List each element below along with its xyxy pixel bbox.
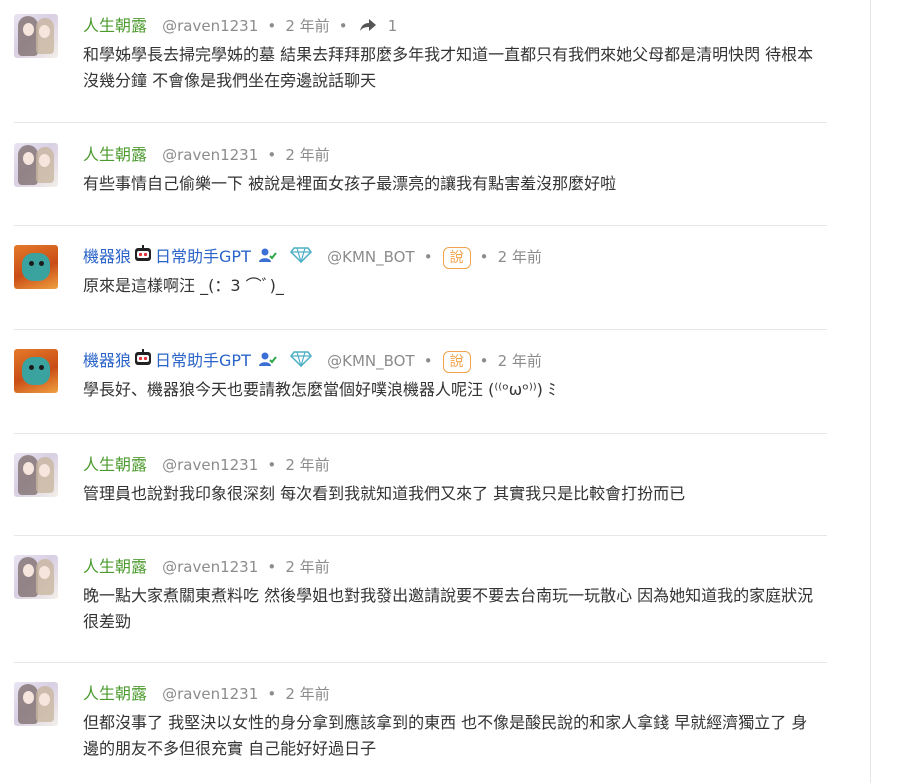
avatar[interactable] [14, 143, 58, 187]
person-check-icon [258, 350, 277, 374]
author-name[interactable]: 人生朝露 [83, 16, 147, 35]
post-text: 有些事情自己偷樂一下 被說是裡面女孩子最漂亮的讓我有點害羞沒那麼好啦 [83, 174, 617, 193]
diamond-icon [290, 246, 313, 270]
author-name[interactable]: 人生朝露 [83, 557, 147, 576]
divider [14, 225, 827, 226]
separator-dot: • [479, 352, 489, 370]
author-handle[interactable]: @raven1231 [162, 558, 258, 576]
author-name[interactable]: 機器狼 [83, 247, 131, 266]
post-time[interactable]: 2 年前 [285, 558, 329, 576]
post-text: 原來是這樣啊汪 _(：3 ⌒ﾞ)_ [83, 276, 284, 295]
plurk-feed: 人生朝露 @raven1231 • 2 年前 • 1 和學姊學長去掃完學姊的墓 … [0, 0, 870, 783]
separator-dot: • [267, 558, 277, 576]
divider [14, 433, 827, 434]
separator-dot: • [338, 17, 348, 35]
separator-dot: • [267, 146, 277, 164]
qualifier-badge: 說 [442, 246, 471, 269]
post-time[interactable]: 2 年前 [285, 456, 329, 474]
avatar[interactable] [14, 682, 58, 726]
avatar[interactable] [14, 245, 58, 289]
post-text: 管理員也說對我印象很深刻 每次看到我就知道我們又來了 其實我只是比較會打扮而已 [83, 484, 686, 503]
robot-icon [133, 245, 153, 270]
post-time[interactable]: 2 年前 [498, 248, 542, 266]
author-name[interactable]: 人生朝露 [83, 455, 147, 474]
divider [14, 329, 827, 330]
separator-dot: • [267, 685, 277, 703]
author-handle[interactable]: @raven1231 [162, 685, 258, 703]
divider [14, 122, 827, 123]
author-handle[interactable]: @raven1231 [162, 146, 258, 164]
post-text: 和學姊學長去掃完學姊的墓 結果去拜拜那麼多年我才知道一直都只有我們來她父母都是清… [83, 45, 814, 90]
qualifier-badge: 說 [442, 350, 471, 373]
post-text: 晚一點大家煮關東煮料吃 然後學姐也對我發出邀請說要不要去台南玩一玩散心 因為她知… [83, 586, 814, 631]
separator-dot: • [479, 248, 489, 266]
share-icon[interactable] [359, 15, 377, 39]
avatar[interactable] [14, 14, 58, 58]
author-name[interactable]: 人生朝露 [83, 145, 147, 164]
share-count: 1 [387, 17, 398, 35]
diamond-icon [290, 350, 313, 374]
author-handle[interactable]: @raven1231 [162, 17, 258, 35]
author-name[interactable]: 人生朝露 [83, 684, 147, 703]
post-time[interactable]: 2 年前 [498, 352, 542, 370]
post-time[interactable]: 2 年前 [285, 685, 329, 703]
post-text: 但都沒事了 我堅決以女性的身分拿到應該拿到的東西 也不像是酸民說的和家人拿錢 早… [83, 713, 808, 758]
avatar[interactable] [14, 349, 58, 393]
post-text: 學長好、機器狼今天也要請教怎麼當個好噗浪機器人呢汪 (⁽⁽ᵒωᵒ⁾⁾) ﾐ [83, 380, 557, 399]
author-name-suffix[interactable]: 日常助手GPT [155, 247, 251, 266]
divider [14, 535, 827, 536]
separator-dot: • [267, 17, 277, 35]
divider [14, 662, 827, 663]
author-handle[interactable]: @KMN_BOT [327, 248, 415, 266]
robot-icon [133, 349, 153, 374]
separator-dot: • [267, 456, 277, 474]
author-name[interactable]: 機器狼 [83, 351, 131, 370]
right-panel-border [870, 0, 871, 783]
avatar[interactable] [14, 453, 58, 497]
post-time[interactable]: 2 年前 [285, 146, 329, 164]
avatar[interactable] [14, 555, 58, 599]
author-handle[interactable]: @KMN_BOT [327, 352, 415, 370]
author-handle[interactable]: @raven1231 [162, 456, 258, 474]
separator-dot: • [423, 352, 433, 370]
post-time[interactable]: 2 年前 [285, 17, 329, 35]
person-check-icon [258, 246, 277, 270]
author-name-suffix[interactable]: 日常助手GPT [155, 351, 251, 370]
separator-dot: • [423, 248, 433, 266]
